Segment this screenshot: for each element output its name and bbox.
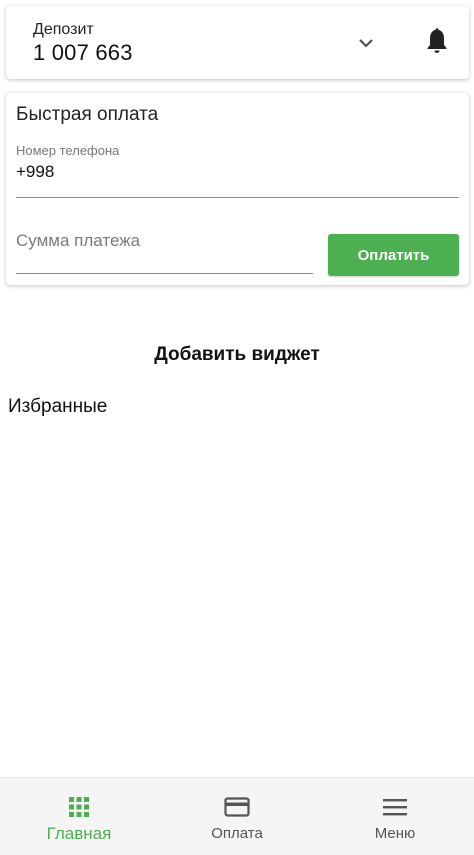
- bell-icon[interactable]: [426, 26, 448, 54]
- amount-input[interactable]: [16, 227, 313, 274]
- pay-button[interactable]: Оплатить: [328, 234, 459, 276]
- quick-payment-card: Быстрая оплата Номер телефона +998 Сумма…: [6, 93, 469, 285]
- nav-item-menu[interactable]: Меню: [316, 778, 474, 855]
- nav-item-label: Главная: [46, 824, 112, 843]
- nav-item-label: Оплата: [211, 825, 263, 842]
- hamburger-menu-icon: [383, 799, 407, 816]
- nav-item-home[interactable]: Главная: [0, 778, 158, 855]
- phone-field-underline: [16, 197, 459, 198]
- nav-item-label: Меню: [374, 825, 416, 842]
- phone-field[interactable]: +998: [16, 162, 54, 182]
- chevron-down-icon[interactable]: [358, 37, 374, 49]
- card-icon: [224, 797, 250, 817]
- quick-payment-title: Быстрая оплата: [16, 104, 159, 125]
- account-card[interactable]: Депозит 1 007 663: [6, 6, 469, 79]
- add-widget-button[interactable]: Добавить виджет: [0, 344, 474, 366]
- bottom-navigation: Главная Оплата Меню: [0, 777, 474, 855]
- grid-icon: [69, 797, 89, 817]
- phone-field-label: Номер телефона: [16, 143, 120, 158]
- nav-item-payment[interactable]: Оплата: [158, 778, 316, 855]
- favorites-title: Избранные: [8, 396, 108, 417]
- account-balance: 1 007 663: [33, 40, 133, 65]
- account-name: Депозит: [33, 21, 94, 38]
